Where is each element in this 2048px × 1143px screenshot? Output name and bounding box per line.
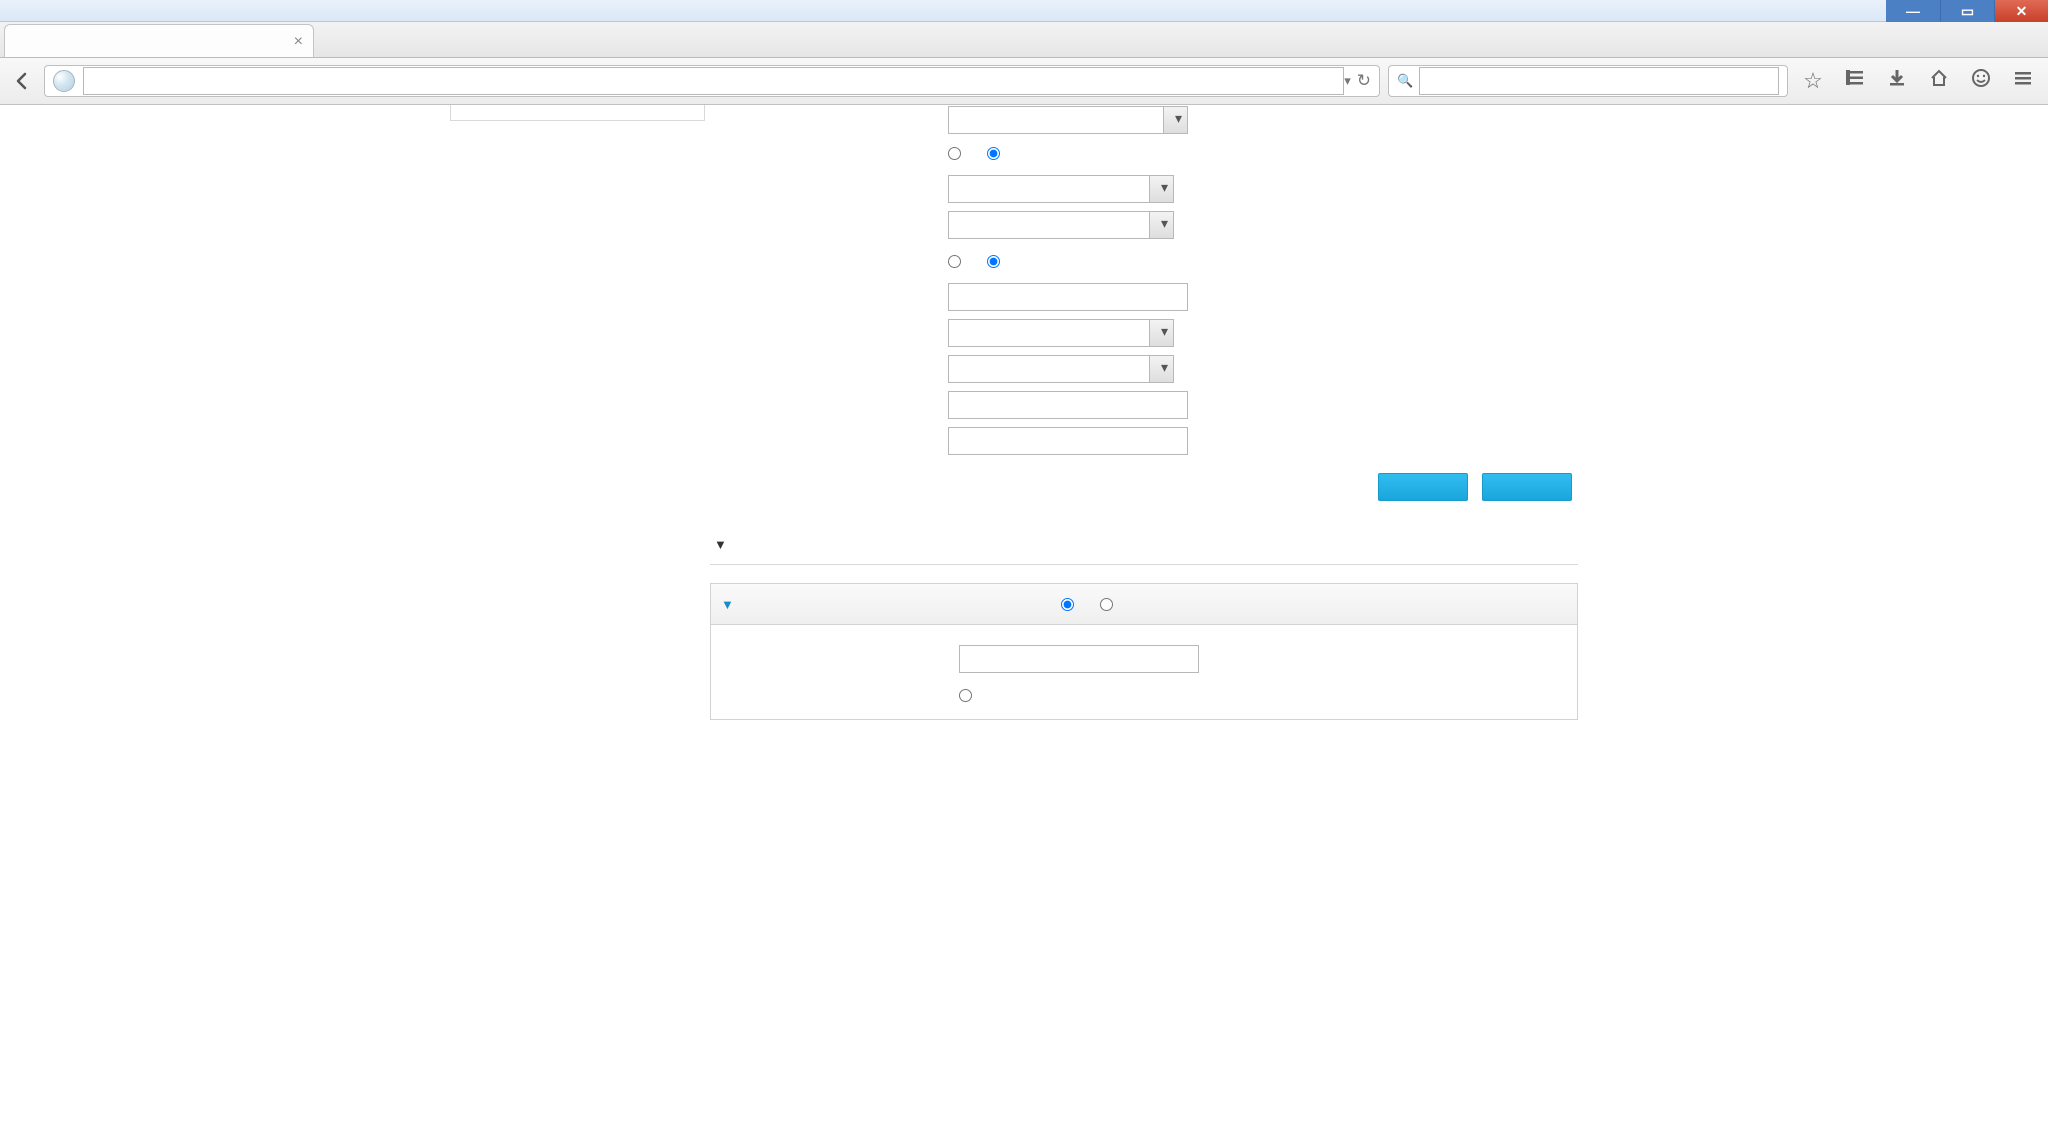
bookmark-star-icon[interactable]: ☆ <box>1796 68 1830 94</box>
bandwidth-select[interactable] <box>948 211 1174 239</box>
caret-down-icon: ▼ <box>721 597 734 612</box>
wlan-ssid-section-header[interactable]: ▼ <box>710 519 1578 565</box>
site-identity-icon[interactable] <box>53 70 75 92</box>
search-icon: 🔍 <box>1397 73 1413 89</box>
search-input[interactable] <box>1419 67 1779 95</box>
txpower-select[interactable] <box>948 319 1174 347</box>
ssid1-header-row[interactable]: ▼ <box>711 584 1577 624</box>
country-select[interactable] <box>948 175 1174 203</box>
sgi-on-radio[interactable] <box>948 255 961 268</box>
ssid-hide-yes-radio[interactable] <box>959 689 972 702</box>
sgi-off-radio[interactable] <box>987 255 1000 268</box>
window-maximize-button[interactable]: ▭ <box>1940 0 1994 22</box>
cancel-button[interactable] <box>1482 473 1572 501</box>
ssid-name-input[interactable] <box>959 645 1199 673</box>
window-titlebar: — ▭ ✕ <box>0 0 2048 22</box>
window-minimize-button[interactable]: — <box>1886 0 1940 22</box>
caret-down-icon: ▼ <box>714 537 727 552</box>
mode-select[interactable] <box>948 106 1188 134</box>
ssid1-on-radio[interactable] <box>1061 598 1074 611</box>
search-bar[interactable]: 🔍 <box>1388 65 1788 97</box>
menu-icon[interactable] <box>2006 68 2040 94</box>
back-button[interactable] <box>8 67 36 95</box>
ssid-isolation-on-radio[interactable] <box>948 147 961 160</box>
ssid1-body <box>711 624 1577 719</box>
ssid-isolation-off-radio[interactable] <box>987 147 1000 160</box>
page-viewport: ▼ ▼ <box>0 105 2048 1091</box>
tab-close-icon[interactable]: × <box>294 33 303 51</box>
dropdown-icon[interactable]: ▾ <box>1344 73 1351 89</box>
reload-icon[interactable]: ↻ <box>1357 71 1371 91</box>
ssid1-off-radio[interactable] <box>1100 598 1113 611</box>
qos-select[interactable] <box>948 355 1174 383</box>
bookmarks-list-icon[interactable] <box>1838 68 1872 94</box>
browser-tabstrip: × <box>0 22 2048 58</box>
dtim-input[interactable] <box>948 427 1188 455</box>
url-bar[interactable]: ▾ ↻ <box>44 65 1380 97</box>
rts-input[interactable] <box>948 391 1188 419</box>
window-close-button[interactable]: ✕ <box>1994 0 2048 22</box>
smiley-icon[interactable] <box>1964 68 1998 94</box>
beacon-input[interactable] <box>948 283 1188 311</box>
apply-button[interactable] <box>1378 473 1468 501</box>
home-icon[interactable] <box>1922 68 1956 94</box>
browser-tab[interactable]: × <box>4 24 314 57</box>
downloads-icon[interactable] <box>1880 68 1914 94</box>
sidebar-fragment <box>450 105 705 121</box>
url-input[interactable] <box>83 67 1344 95</box>
browser-toolbar: ▾ ↻ 🔍 ☆ <box>0 58 2048 105</box>
